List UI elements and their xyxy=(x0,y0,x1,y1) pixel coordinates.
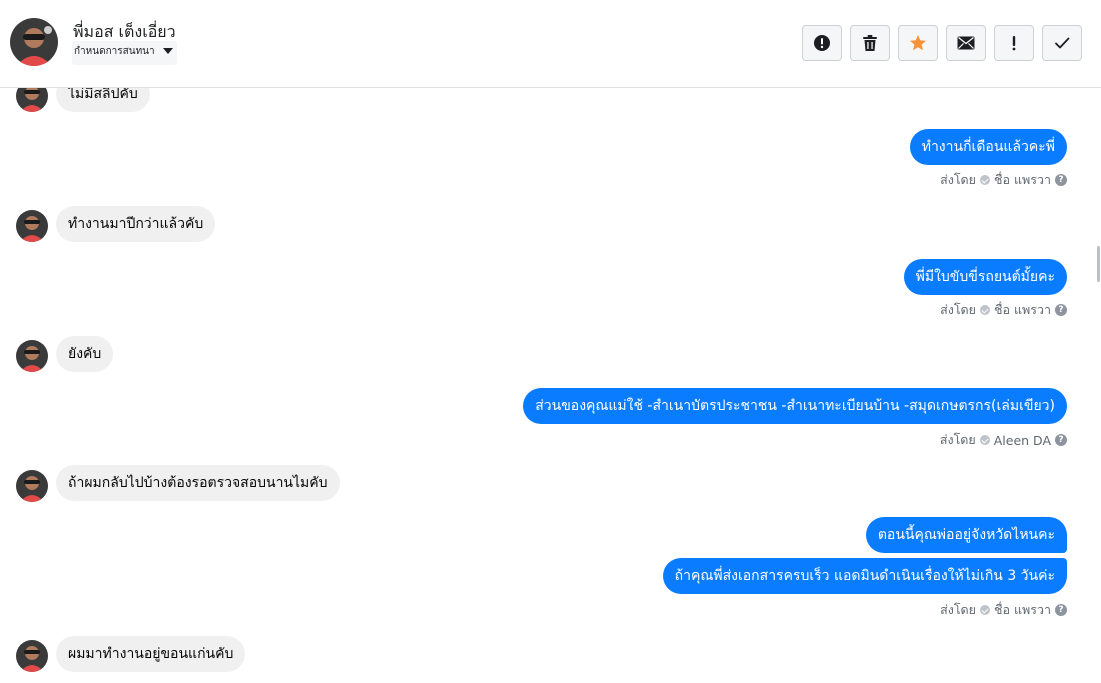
sender-name: Aleen DA xyxy=(993,432,1051,448)
sent-by-info: ส่งโดย ชื่อ แพรวา ? xyxy=(940,302,1067,318)
message-incoming: ยังคับ xyxy=(56,336,114,372)
checkmark-icon xyxy=(1054,36,1070,50)
sent-by-info: ส่งโดย ชื่อ แพรวา ? xyxy=(940,172,1067,188)
contact-avatar-small xyxy=(16,210,48,242)
message-incoming: ทำงานมาปีกว่าแล้วคับ xyxy=(56,206,216,242)
star-icon xyxy=(909,34,927,52)
sent-by-label: ส่งโดย xyxy=(939,432,976,447)
mark-unread-button[interactable] xyxy=(946,25,986,61)
sender-name: ชื่อ แพรวา xyxy=(993,602,1051,617)
sender-name: ชื่อ แพรวา xyxy=(993,172,1051,187)
sent-by-label: ส่งโดย xyxy=(940,302,976,317)
sender-name: ชื่อ แพรวา xyxy=(993,302,1051,317)
help-icon[interactable]: ? xyxy=(1055,304,1067,316)
star-button[interactable] xyxy=(898,25,938,61)
conversation-header: พี่มอส เต็งเอี่ยว กำหนดการสนทนา xyxy=(0,0,1101,88)
contact-avatar-small xyxy=(16,88,48,112)
message-outgoing: ถ้าคุณพี่ส่งเอกสารครบเร็ว แอดมินดำเนินเร… xyxy=(662,558,1067,594)
message-incoming: ผมมาทำงานอยู่ขอนแก่นคับ xyxy=(56,636,246,672)
follow-up-button[interactable] xyxy=(994,25,1034,61)
sent-check-icon xyxy=(979,175,990,185)
mark-done-button[interactable] xyxy=(1042,25,1082,61)
help-icon[interactable]: ? xyxy=(1055,434,1067,446)
contact-avatar-small xyxy=(16,340,48,372)
trash-icon xyxy=(862,34,878,52)
message-incoming: ไม่มีสลิปคับ xyxy=(56,88,150,112)
message-outgoing: ส่วนของคุณแม่ใช้ -สำเนาบัตรประชาชน -สำเน… xyxy=(523,388,1067,424)
assign-conversation-dropdown[interactable]: กำหนดการสนทนา xyxy=(72,41,177,65)
sent-by-label: ส่งโดย xyxy=(940,602,976,617)
message-thread[interactable]: ไม่มีสลิปคับ ทำงานกี่เดือนแล้วคะพี่ ส่งโ… xyxy=(0,88,1101,683)
message-outgoing: พี่มีใบขับขี่รถยนต์มั้ยคะ xyxy=(903,259,1067,295)
message-outgoing: ตอนนี้คุณพ่ออยู่จังหวัดไหนคะ xyxy=(865,517,1067,553)
exclamation-icon xyxy=(1011,35,1017,51)
alert-circle-icon xyxy=(813,34,831,52)
assign-conversation-label: กำหนดการสนทนา xyxy=(74,46,155,57)
contact-avatar-small xyxy=(16,470,48,502)
sent-by-label: ส่งโดย xyxy=(940,172,976,187)
envelope-icon xyxy=(957,36,975,50)
delete-button[interactable] xyxy=(850,25,890,61)
message-outgoing: ทำงานกี่เดือนแล้วคะพี่ xyxy=(909,129,1067,165)
contact-avatar[interactable] xyxy=(10,18,58,66)
help-icon[interactable]: ? xyxy=(1055,174,1067,186)
caret-down-icon xyxy=(162,48,173,54)
sent-check-icon xyxy=(979,605,990,615)
sent-check-icon xyxy=(979,435,990,445)
scrollbar-thumb[interactable] xyxy=(1097,246,1100,282)
sent-by-info: ส่งโดย Aleen DA ? xyxy=(940,432,1067,448)
help-icon[interactable]: ? xyxy=(1055,604,1067,616)
message-incoming: ถ้าผมกลับไปบ้างต้องรอตรวจสอบนานไมคับ xyxy=(56,465,340,501)
report-spam-button[interactable] xyxy=(802,25,842,61)
contact-avatar-small xyxy=(16,640,48,672)
sent-by-info: ส่งโดย ชื่อ แพรวา ? xyxy=(940,602,1067,618)
sent-check-icon xyxy=(979,305,990,315)
